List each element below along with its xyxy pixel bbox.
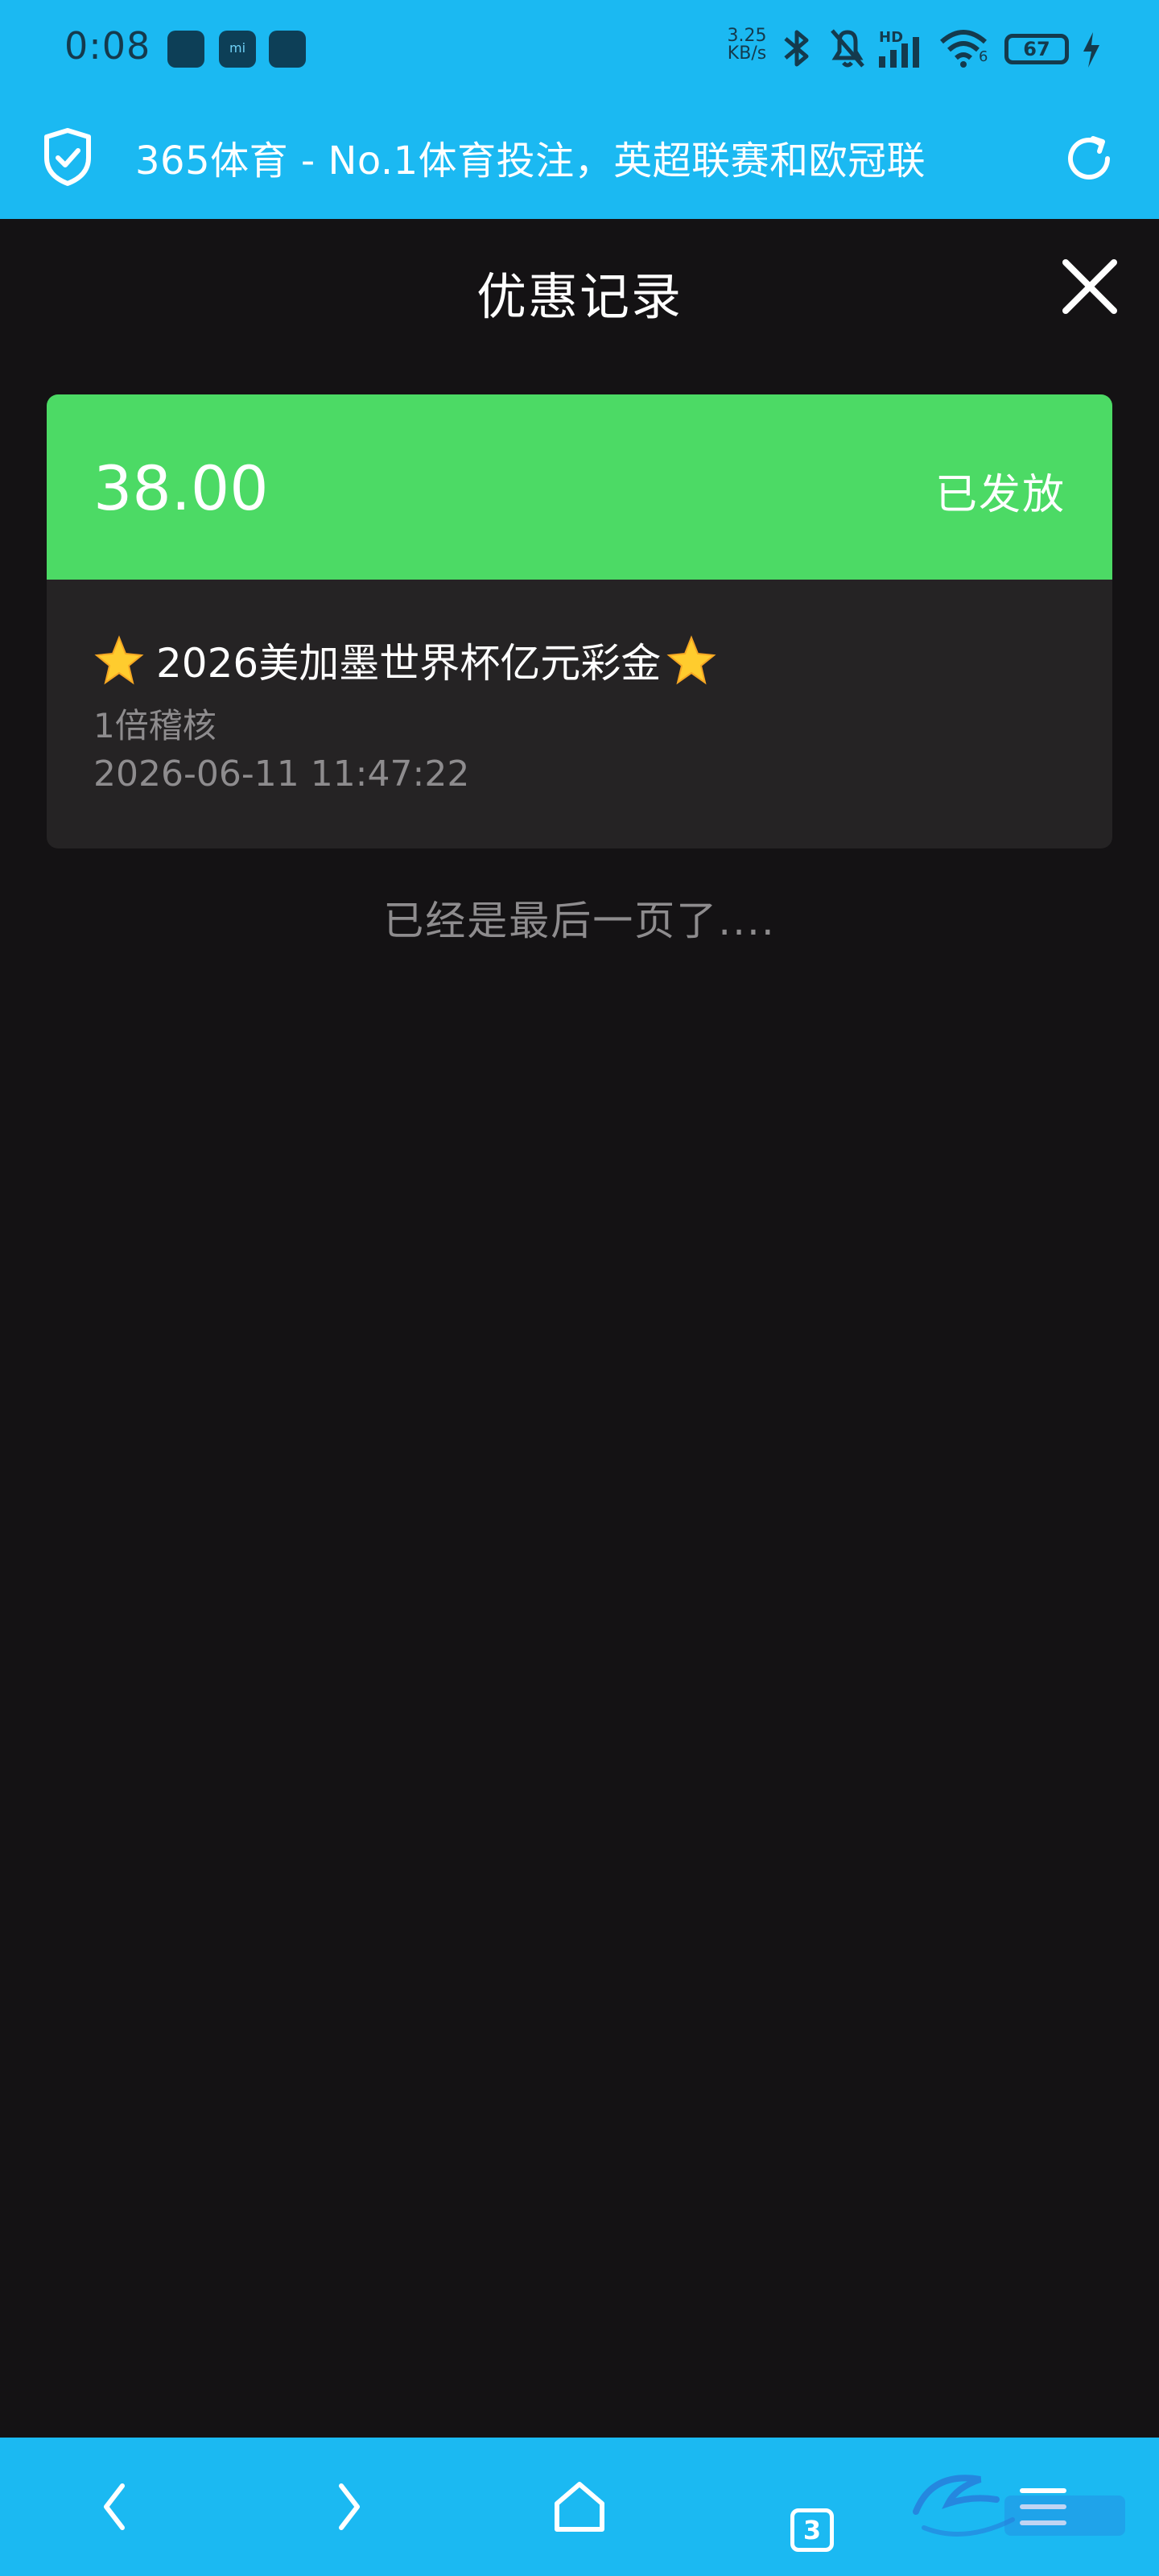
shield-check-icon[interactable] <box>42 127 93 187</box>
forward-icon[interactable] <box>316 2475 380 2539</box>
promotion-record-card[interactable]: 38.00 已发放 2026美加墨世界杯亿元彩金 1倍稽核 2026-06-11… <box>47 394 1112 848</box>
star-icon <box>94 635 144 685</box>
list-end-indicator: 已经是最后一页了.... <box>383 898 776 944</box>
page-title-url[interactable]: 365体育 - No.1体育投注，英超联赛和欧冠联 <box>135 129 1021 185</box>
app-notification-icon <box>269 31 306 68</box>
modal-title: 优惠记录 <box>476 267 683 326</box>
refresh-icon[interactable] <box>1061 130 1117 187</box>
address-bar: 365体育 - No.1体育投注，英超联赛和欧冠联 <box>0 98 1159 219</box>
record-wager-requirement: 1倍稽核 <box>93 706 217 745</box>
bluetooth-icon <box>784 30 809 67</box>
watermark-logo <box>913 2475 1125 2537</box>
status-bar: 0:08 3.25 KB/s HD 6 67 <box>0 0 1159 98</box>
charging-bolt-icon <box>1083 32 1099 68</box>
mi-store-notification-icon <box>219 31 256 68</box>
close-icon[interactable] <box>1059 256 1120 317</box>
wifi-version-label: 6 <box>979 48 988 65</box>
record-timestamp: 2026-06-11 11:47:22 <box>93 753 470 795</box>
tabs-icon[interactable]: 3 <box>790 2508 834 2552</box>
record-card-header: 38.00 已发放 <box>47 394 1112 580</box>
app-notification-icon <box>167 31 204 68</box>
silent-bell-icon <box>831 29 864 68</box>
cellular-signal-icon <box>879 37 919 68</box>
record-title-text: 2026美加墨世界杯亿元彩金 <box>156 640 662 687</box>
star-icon <box>666 635 716 685</box>
status-badge: 已发放 <box>934 471 1066 519</box>
network-speed: 3.25 KB/s <box>727 26 767 64</box>
home-icon[interactable] <box>547 2475 612 2539</box>
battery-icon: 67 <box>1004 34 1069 64</box>
record-title: 2026美加墨世界杯亿元彩金 <box>93 631 717 689</box>
status-time: 0:08 <box>64 24 151 68</box>
back-icon[interactable] <box>84 2475 148 2539</box>
record-amount: 38.00 <box>93 452 269 524</box>
